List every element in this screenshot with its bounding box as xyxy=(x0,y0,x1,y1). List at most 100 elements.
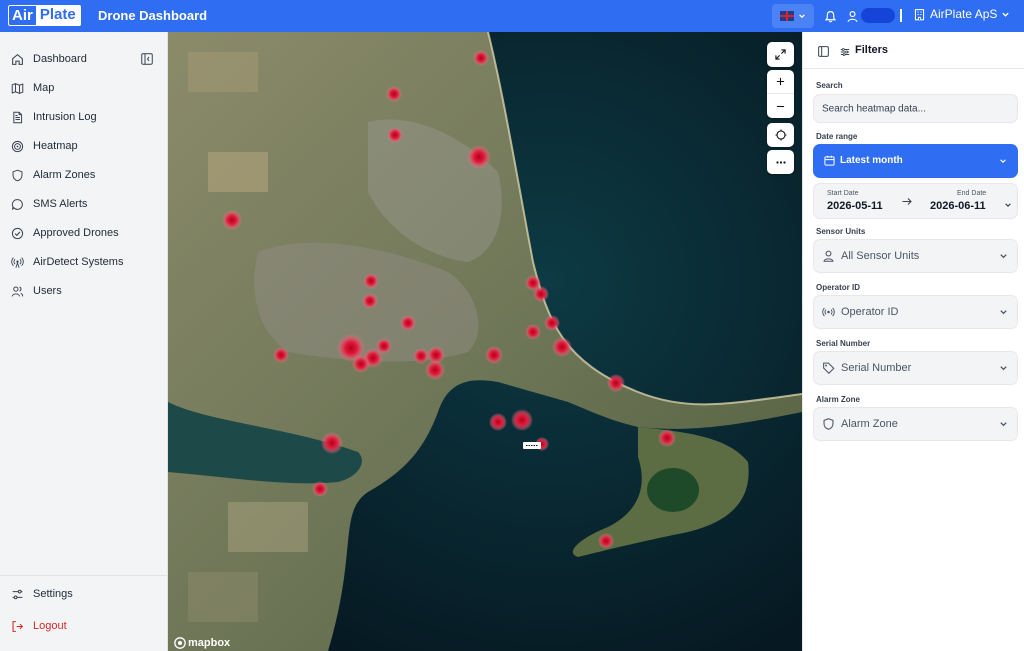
zoom-in-button[interactable] xyxy=(767,70,794,94)
zoom-out-button[interactable] xyxy=(767,94,794,118)
sidebar-item-intrusion-log[interactable]: Intrusion Log xyxy=(11,109,97,125)
heat-spot xyxy=(473,50,489,66)
sliders-icon xyxy=(12,589,23,599)
sidebar-collapse-icon[interactable] xyxy=(141,52,153,65)
end-date-value[interactable]: 2026-06-11 xyxy=(930,200,986,212)
user-name-redacted[interactable] xyxy=(861,8,895,23)
logout-label: Logout xyxy=(33,620,67,632)
calendar-icon xyxy=(824,155,835,166)
sidebar-item-label: Alarm Zones xyxy=(33,169,96,181)
date-range-label: Date range xyxy=(816,132,858,141)
search-placeholder: Search heatmap data... xyxy=(822,103,926,114)
map-icon xyxy=(11,82,24,94)
home-icon xyxy=(12,53,23,65)
building-icon xyxy=(914,8,925,20)
heat-spot xyxy=(273,347,289,363)
logo-air-text: Air xyxy=(8,5,36,26)
logout-icon xyxy=(12,620,24,632)
mapbox-attribution: mapbox xyxy=(188,637,231,649)
sidebar-item-label: Approved Drones xyxy=(33,227,119,239)
fullscreen-button[interactable] xyxy=(767,42,794,67)
date-inputs-row[interactable]: Start Date 2026-05-11 End Date 2026-06-1… xyxy=(813,183,1018,219)
heatmap-map[interactable] xyxy=(168,32,802,651)
sidebar-item-heatmap[interactable]: Heatmap xyxy=(11,138,78,154)
airplate-logo[interactable]: Air Plate xyxy=(8,5,81,26)
chevron-down-icon xyxy=(799,14,805,19)
shield-icon xyxy=(823,418,834,430)
arrow-right-icon xyxy=(902,198,912,205)
sensor-units-value: All Sensor Units xyxy=(841,250,920,262)
operator-id-label: Operator ID xyxy=(816,283,861,292)
user-icon[interactable] xyxy=(844,8,860,24)
heat-spot xyxy=(607,374,625,392)
chevron-down-icon xyxy=(1005,203,1011,207)
heat-spot xyxy=(362,293,378,309)
heat-spot xyxy=(321,432,343,454)
satellite-map-image xyxy=(168,32,802,651)
sensor-units-select[interactable]: All Sensor Units xyxy=(813,239,1018,273)
heat-spot xyxy=(467,145,491,169)
bell-icon[interactable] xyxy=(822,8,838,24)
sidebar-item-airdetect-systems[interactable]: AirDetect Systems xyxy=(11,254,123,270)
end-date-label: End Date xyxy=(957,190,987,197)
chevron-down-icon xyxy=(1000,422,1007,427)
broadcast-icon xyxy=(822,307,835,317)
operator-id-select[interactable]: Operator ID xyxy=(813,295,1018,329)
sidebar-item-users[interactable]: Users xyxy=(11,283,62,299)
heat-spot xyxy=(222,210,242,230)
tag-icon xyxy=(823,362,835,375)
sidebar-item-label: Dashboard xyxy=(33,53,87,65)
more-horizontal-icon xyxy=(775,160,786,164)
zoom-controls xyxy=(767,70,794,118)
users-icon xyxy=(11,285,24,297)
uk-flag-icon xyxy=(780,11,794,21)
chevron-down-icon xyxy=(1000,310,1007,315)
check-circle-icon xyxy=(11,227,24,239)
heat-spot xyxy=(525,324,541,340)
mapbox-logo[interactable]: mapbox xyxy=(174,637,230,649)
filters-panel: Filters Search Search heatmap data... Da… xyxy=(802,32,1024,651)
sidebar-item-label: Map xyxy=(33,82,55,94)
chevron-down-icon xyxy=(1000,159,1006,164)
crosshair-icon xyxy=(775,129,786,141)
serial-number-label: Serial Number xyxy=(816,339,871,348)
sidebar-item-dashboard[interactable]: Dashboard xyxy=(11,51,87,67)
language-selector[interactable] xyxy=(772,4,814,28)
panel-toggle-icon[interactable] xyxy=(818,44,829,62)
sidebar-item-map[interactable]: Map xyxy=(11,80,54,96)
sidebar-item-label: Heatmap xyxy=(33,140,78,152)
start-date-value[interactable]: 2026-05-11 xyxy=(827,200,883,212)
radio-tower-icon xyxy=(11,256,24,268)
heat-spot xyxy=(425,360,445,380)
sidebar-item-sms-alerts[interactable]: SMS Alerts xyxy=(11,196,87,212)
heat-spot xyxy=(387,127,403,143)
heat-spot xyxy=(544,315,560,331)
alarm-zone-value: Alarm Zone xyxy=(841,418,898,430)
plus-icon xyxy=(776,77,785,86)
date-range-value: Latest month xyxy=(840,155,903,166)
sidebar-item-settings[interactable]: Settings xyxy=(11,586,73,602)
chevron-down-icon xyxy=(1002,12,1010,17)
company-selector[interactable]: AirPlate ApS xyxy=(913,7,1010,21)
chevron-down-icon xyxy=(1000,366,1007,371)
expand-icon xyxy=(775,49,786,60)
mapbox-icon xyxy=(174,637,186,649)
logo-plate-text: Plate xyxy=(35,5,81,26)
serial-number-select[interactable]: Serial Number xyxy=(813,351,1018,385)
sidebar-item-alarm-zones[interactable]: Alarm Zones xyxy=(11,167,95,183)
shield-icon xyxy=(12,169,23,181)
search-label: Search xyxy=(816,81,843,90)
serial-number-value: Serial Number xyxy=(841,362,912,374)
alarm-zone-select[interactable]: Alarm Zone xyxy=(813,407,1018,441)
heat-spot xyxy=(598,533,614,549)
user-location-icon xyxy=(823,250,834,262)
more-options-button[interactable] xyxy=(767,150,794,174)
search-input[interactable]: Search heatmap data... xyxy=(813,94,1018,123)
locate-button[interactable] xyxy=(767,123,794,147)
date-range-select[interactable]: Latest month xyxy=(813,144,1018,178)
sidebar-item-approved-drones[interactable]: Approved Drones xyxy=(11,225,119,241)
logout-button[interactable]: Logout xyxy=(11,618,67,634)
sensor-marker-icon[interactable] xyxy=(523,442,541,449)
heat-spot xyxy=(400,315,416,331)
heat-spot xyxy=(658,429,676,447)
